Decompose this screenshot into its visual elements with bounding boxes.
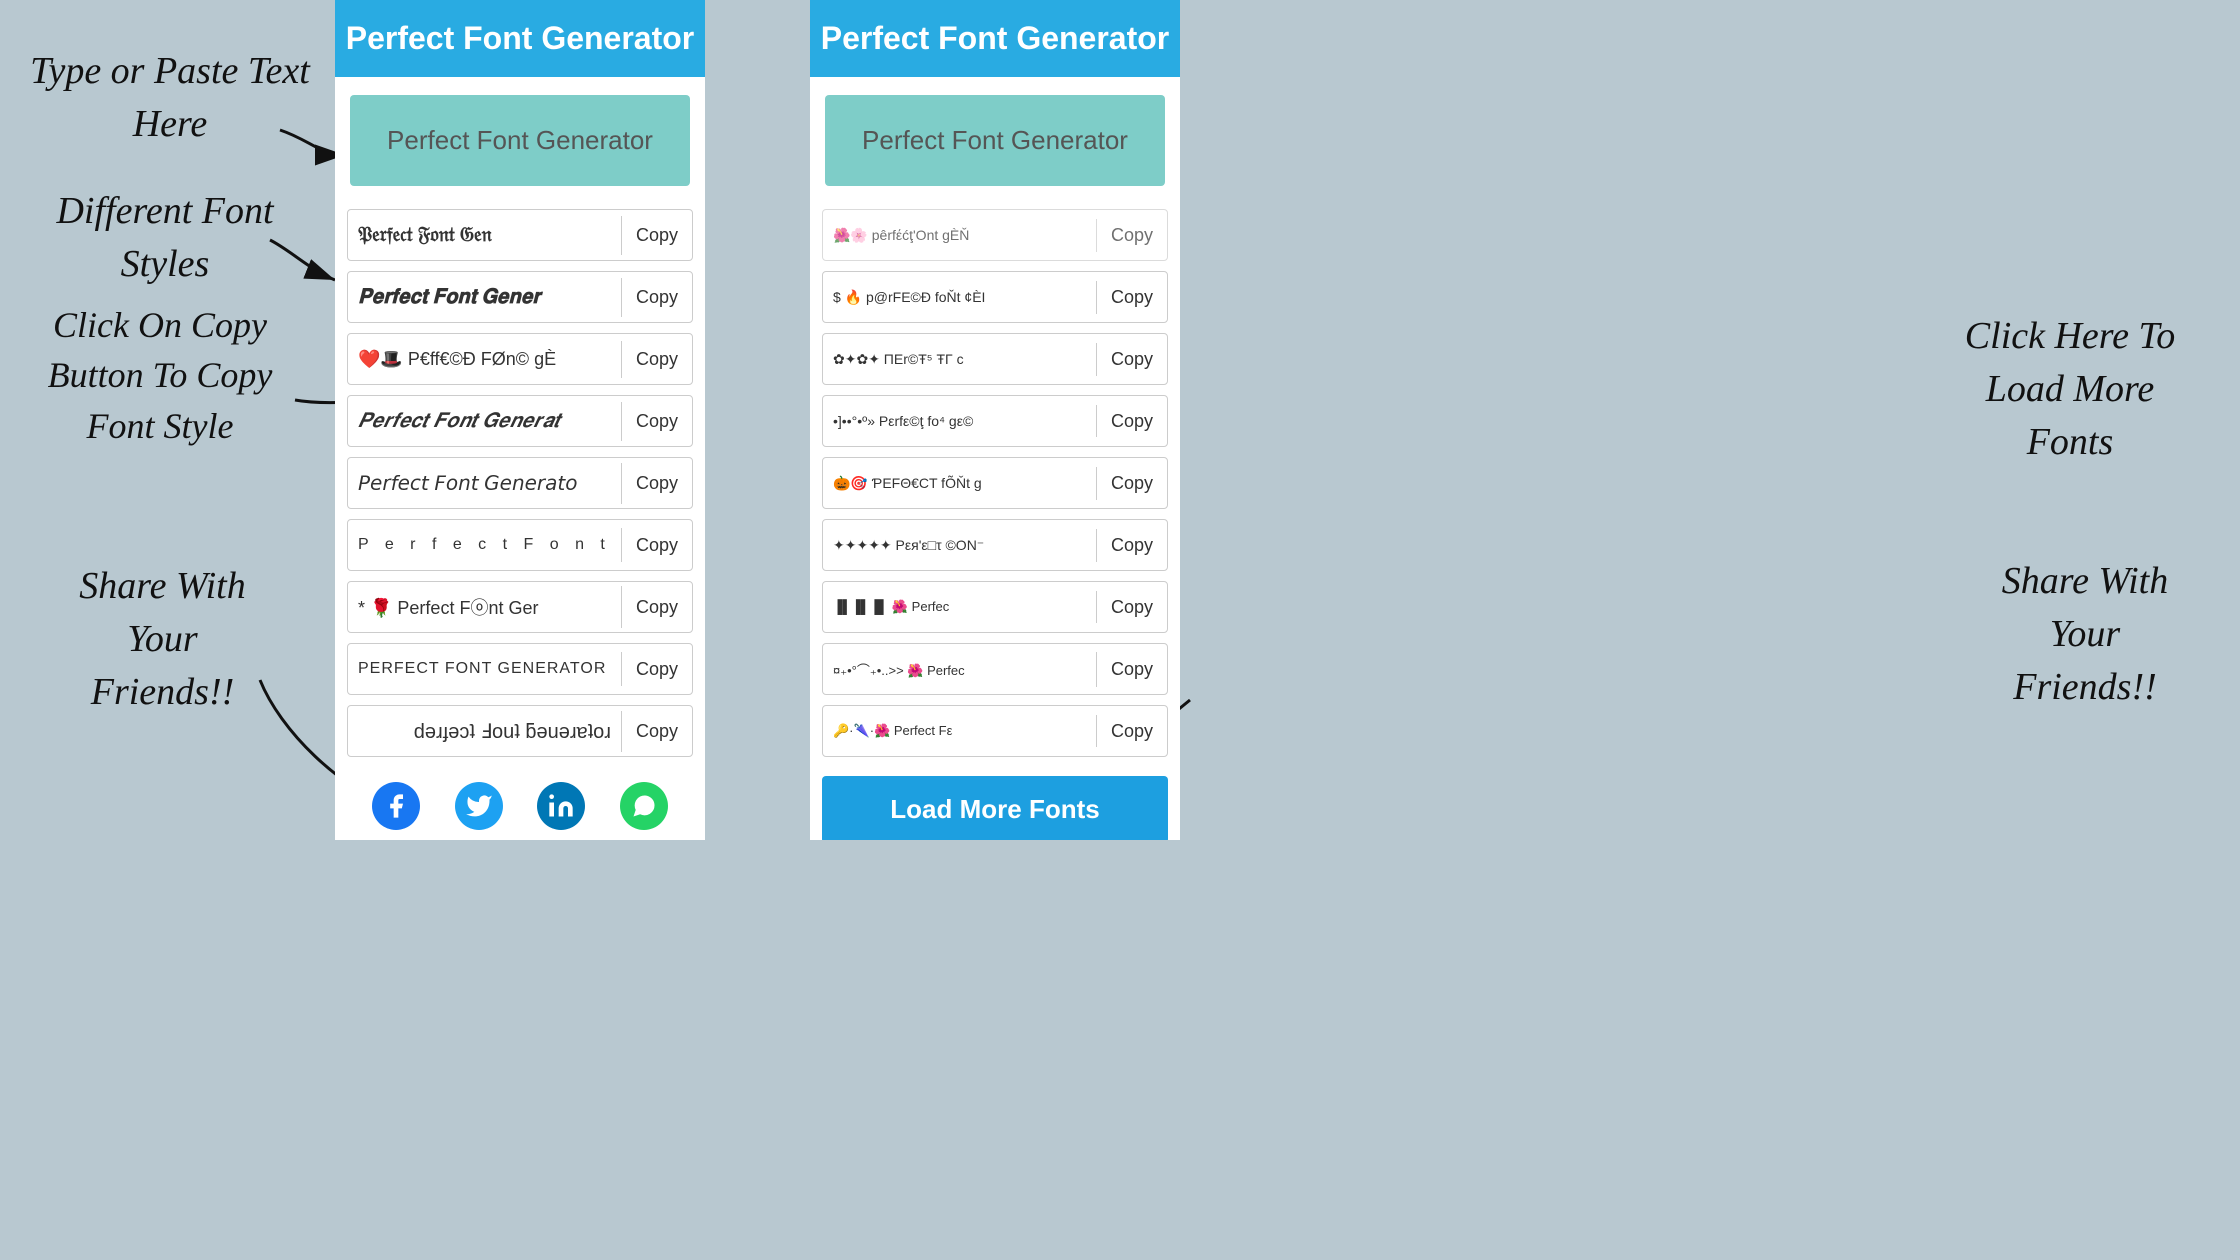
font-text: ɹoʇɐɹǝuǝƃ ʇuoℲ ʇɔǝɟɹǝd xyxy=(348,711,622,752)
font-text: •]••°•º» Pεrfε©ţ fo⁴ gε© xyxy=(823,405,1097,437)
font-row-left-7: * 🌹 Perfect Fⓞnt Ger Copy xyxy=(347,581,693,633)
font-row-left-5: 𝘗𝘦𝘳𝘧𝘦𝘤𝘵 𝘍𝘰𝘯𝘵 𝘎𝘦𝘯𝘦𝘳𝘢𝘵𝘰 Copy xyxy=(347,457,693,509)
font-row-left-9: ɹoʇɐɹǝuǝƃ ʇuoℲ ʇɔǝɟɹǝd Copy xyxy=(347,705,693,757)
font-row-right-4: •]••°•º» Pεrfε©ţ fo⁴ gε© Copy xyxy=(822,395,1168,447)
font-row-left-2: 𝐏𝐞𝐫𝐟𝐞𝐜𝐭 𝐅𝐨𝐧𝐭 𝐆𝐞𝐧𝐞𝐫 Copy xyxy=(347,271,693,323)
font-row-left-8: PERFECT FONT GENERATOR Copy xyxy=(347,643,693,695)
font-row-right-6: ✦✦✦✦✦ Pεя'ε□τ ©ON⁻ Copy xyxy=(822,519,1168,571)
left-input[interactable] xyxy=(350,95,690,186)
font-text: 🎃🎯 ƤEFΘ€CT fÕŇt g xyxy=(823,467,1097,500)
annotation-click-copy: Click On Copy Button To Copy Font Style xyxy=(0,300,320,451)
font-text: ✿✦✿✦ ΠΕr©Ŧ⁵ ŦΓ c xyxy=(823,343,1097,376)
annotation-load-more: Click Here To Load More Fonts xyxy=(1920,310,2220,470)
copy-button[interactable]: Copy xyxy=(1097,341,1167,378)
whatsapp-icon[interactable] xyxy=(620,782,668,830)
copy-button[interactable]: Copy xyxy=(622,589,692,626)
annotation-share-right: Share With Your Friends!! xyxy=(1950,555,2220,715)
font-row-left-6: P e r f e c t F o n t Copy xyxy=(347,519,693,571)
copy-button[interactable]: Copy xyxy=(1097,217,1167,254)
font-text: 𝘗𝘦𝘳𝘧𝘦𝘤𝘵 𝘍𝘰𝘯𝘵 𝘎𝘦𝘯𝘦𝘳𝘢𝘵𝘰 xyxy=(348,463,622,504)
copy-button[interactable]: Copy xyxy=(622,651,692,688)
font-text: * 🌹 Perfect Fⓞnt Ger xyxy=(348,586,622,628)
font-text: 🔑·🌂·🌺 Perfect Fε xyxy=(823,715,1097,747)
twitter-icon[interactable] xyxy=(455,782,503,830)
copy-button[interactable]: Copy xyxy=(622,279,692,316)
left-panel-header: Perfect Font Generator xyxy=(335,0,705,77)
font-row-right-9: 🔑·🌂·🌺 Perfect Fε Copy xyxy=(822,705,1168,757)
font-row-left-1: 𝔓𝔢𝔯𝔣𝔢𝔠𝔱 𝔉𝔬𝔫𝔱 𝔊𝔢𝔫 Copy xyxy=(347,209,693,261)
copy-button[interactable]: Copy xyxy=(1097,465,1167,502)
copy-button[interactable]: Copy xyxy=(622,527,692,564)
font-row-right-2: $ 🔥 p@rFE©Ð foŇt ¢ÈI Copy xyxy=(822,271,1168,323)
copy-button[interactable]: Copy xyxy=(1097,527,1167,564)
copy-button[interactable]: Copy xyxy=(1097,279,1167,316)
copy-button[interactable]: Copy xyxy=(622,341,692,378)
copy-button[interactable]: Copy xyxy=(622,713,692,750)
font-row-right-8: ¤₊•°⌒₊•..>> 🌺 Perfec Copy xyxy=(822,643,1168,695)
facebook-icon[interactable] xyxy=(372,782,420,830)
copy-button[interactable]: Copy xyxy=(622,217,692,254)
right-panel-header: Perfect Font Generator xyxy=(810,0,1180,77)
font-row-right-5: 🎃🎯 ƤEFΘ€CT fÕŇt g Copy xyxy=(822,457,1168,509)
font-text: ▐▌▐▌▐▌ 🌺 Perfec xyxy=(823,591,1097,623)
annotation-different-fonts: Different Font Styles xyxy=(10,185,320,291)
linkedin-icon[interactable] xyxy=(537,782,585,830)
font-text: 𝔓𝔢𝔯𝔣𝔢𝔠𝔱 𝔉𝔬𝔫𝔱 𝔊𝔢𝔫 xyxy=(348,216,622,255)
copy-button[interactable]: Copy xyxy=(1097,651,1167,688)
font-row-right-1: 🌺🌸 pêrfέćţ'Ont gÈŇ Copy xyxy=(822,209,1168,261)
font-row-right-7: ▐▌▐▌▐▌ 🌺 Perfec Copy xyxy=(822,581,1168,633)
right-input[interactable] xyxy=(825,95,1165,186)
load-more-button[interactable]: Load More Fonts xyxy=(822,776,1168,840)
font-text: ❤️🎩 P€ff€©Ð FØn© gÈ xyxy=(348,341,622,378)
copy-button[interactable]: Copy xyxy=(1097,589,1167,626)
font-text: 𝐏𝐞𝐫𝐟𝐞𝐜𝐭 𝐅𝐨𝐧𝐭 𝐆𝐞𝐧𝐞𝐫 xyxy=(348,278,622,317)
annotation-share-left: Share With Your Friends!! xyxy=(25,560,300,720)
font-text: 𝑷𝒆𝒓𝒇𝒆𝒄𝒕 𝑭𝒐𝒏𝒕 𝑮𝒆𝒏𝒆𝒓𝒂𝒕 xyxy=(348,402,622,441)
copy-button[interactable]: Copy xyxy=(1097,713,1167,750)
font-text: 🌺🌸 pêrfέćţ'Ont gÈŇ xyxy=(823,219,1097,252)
font-text: $ 🔥 p@rFE©Ð foŇt ¢ÈI xyxy=(823,281,1097,314)
font-text: ¤₊•°⌒₊•..>> 🌺 Perfec xyxy=(823,652,1097,687)
copy-button[interactable]: Copy xyxy=(1097,403,1167,440)
left-panel: Perfect Font Generator 𝔓𝔢𝔯𝔣𝔢𝔠𝔱 𝔉𝔬𝔫𝔱 𝔊𝔢𝔫 … xyxy=(335,0,705,840)
right-panel: Perfect Font Generator 🌺🌸 pêrfέćţ'Ont gÈ… xyxy=(810,0,1180,840)
font-row-left-4: 𝑷𝒆𝒓𝒇𝒆𝒄𝒕 𝑭𝒐𝒏𝒕 𝑮𝒆𝒏𝒆𝒓𝒂𝒕 Copy xyxy=(347,395,693,447)
annotation-type-paste: Type or Paste Text Here xyxy=(30,45,310,151)
font-text: PERFECT FONT GENERATOR xyxy=(348,652,622,686)
font-row-left-3: ❤️🎩 P€ff€©Ð FØn© gÈ Copy xyxy=(347,333,693,385)
font-text: P e r f e c t F o n t xyxy=(348,528,622,562)
font-row-right-3: ✿✦✿✦ ΠΕr©Ŧ⁵ ŦΓ c Copy xyxy=(822,333,1168,385)
font-text: ✦✦✦✦✦ Pεя'ε□τ ©ON⁻ xyxy=(823,529,1097,562)
social-bar-left xyxy=(335,762,705,840)
copy-button[interactable]: Copy xyxy=(622,465,692,502)
copy-button[interactable]: Copy xyxy=(622,403,692,440)
